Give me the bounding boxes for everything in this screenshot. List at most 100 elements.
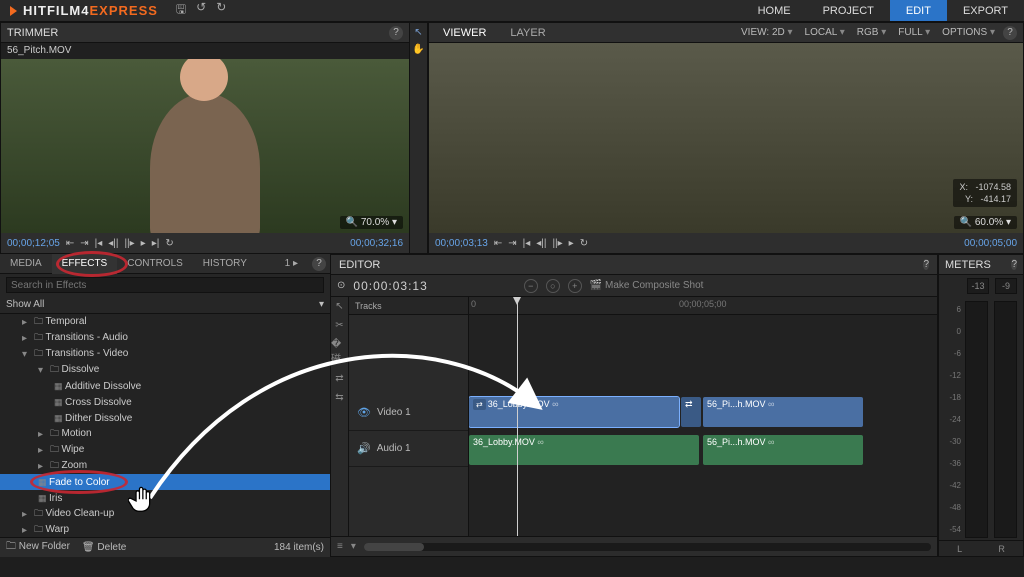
- nav-export[interactable]: EXPORT: [947, 0, 1024, 21]
- trimmer-help-icon[interactable]: ?: [389, 26, 403, 40]
- quality-dropdown[interactable]: FULL: [894, 27, 934, 38]
- viewer-tab-layer[interactable]: LAYER: [502, 23, 553, 43]
- nav-project[interactable]: PROJECT: [807, 0, 890, 21]
- space-dropdown[interactable]: LOCAL: [801, 27, 849, 38]
- select-tool-icon[interactable]: ↖: [414, 27, 422, 38]
- viewer-tab-viewer[interactable]: VIEWER: [435, 23, 494, 43]
- tree-trans-audio[interactable]: ▸Transitions - Audio: [0, 330, 330, 346]
- tree-video-cleanup[interactable]: ▸Video Clean-up: [0, 506, 330, 522]
- nav-home[interactable]: HOME: [742, 0, 807, 21]
- tab-controls[interactable]: CONTROLS: [117, 254, 193, 274]
- ed-link-icon[interactable]: ⇄: [335, 373, 343, 384]
- v-set-in-icon[interactable]: ⇤: [494, 238, 502, 249]
- zoom-out-button[interactable]: −: [524, 279, 538, 293]
- v-step-fwd-icon[interactable]: ▸: [569, 238, 574, 249]
- timeline-scrollbar[interactable]: [364, 543, 931, 551]
- video-clip-1[interactable]: ⇄36_Lobby.MOV ∞: [469, 397, 679, 427]
- tree-warp[interactable]: ▸Warp: [0, 522, 330, 537]
- viewer-help-icon[interactable]: ?: [1003, 26, 1017, 40]
- step-back-icon[interactable]: ◂||: [108, 238, 118, 249]
- show-all-dropdown[interactable]: Show All: [6, 299, 44, 310]
- tab-effects[interactable]: EFFECTS: [52, 254, 118, 274]
- delete-button[interactable]: 🗑 Delete: [82, 542, 126, 553]
- meters-help-icon[interactable]: ?: [1011, 259, 1017, 270]
- zoom-in-button[interactable]: +: [568, 279, 582, 293]
- tab-overflow[interactable]: 1 ▸: [275, 254, 308, 274]
- trimmer-tc-left: 00;00;12;05: [7, 238, 60, 249]
- tree-zoom[interactable]: ▸Zoom: [0, 458, 330, 474]
- playhead[interactable]: [517, 297, 518, 536]
- step-fwd-icon[interactable]: ▸: [141, 238, 146, 249]
- show-all-caret-icon[interactable]: ▾: [319, 299, 324, 310]
- tree-additive-dissolve[interactable]: Additive Dissolve: [0, 378, 330, 394]
- trimmer-zoom[interactable]: 70.0%: [361, 217, 389, 228]
- trimmer-preview[interactable]: 🔍 70.0% ▾: [1, 59, 409, 233]
- options-dropdown[interactable]: OPTIONS: [938, 27, 999, 38]
- set-in-icon[interactable]: ⇤: [66, 238, 74, 249]
- v-play-icon[interactable]: ||▸: [552, 238, 562, 249]
- undo-icon[interactable]: ↺: [196, 0, 206, 21]
- goto-start-icon[interactable]: |◂: [95, 238, 103, 249]
- video-clip-2[interactable]: 56_Pi...h.MOV ∞: [703, 397, 863, 427]
- tree-motion[interactable]: ▸Motion: [0, 426, 330, 442]
- ed-ripple-icon[interactable]: ⇆: [335, 392, 343, 403]
- effects-help-icon[interactable]: ?: [312, 257, 326, 271]
- goto-end-icon[interactable]: ▸|: [152, 238, 160, 249]
- tree-dither-dissolve[interactable]: Dither Dissolve: [0, 410, 330, 426]
- hand-tool-icon[interactable]: ✋: [412, 44, 424, 55]
- tree-dissolve[interactable]: ▾Dissolve: [0, 362, 330, 378]
- view-mode-dropdown[interactable]: VIEW: 2D: [737, 27, 797, 38]
- editor-help-icon[interactable]: ?: [923, 259, 929, 270]
- ed-snap-icon[interactable]: �磁: [331, 339, 348, 365]
- editor-menu-icon[interactable]: ⊙: [337, 280, 345, 291]
- make-composite-button[interactable]: 🎬 Make Composite Shot: [590, 280, 704, 291]
- top-nav: HOME PROJECT EDIT EXPORT: [742, 0, 1024, 21]
- tab-history[interactable]: HISTORY: [193, 254, 257, 274]
- ed-select-tool-icon[interactable]: ↖: [335, 301, 343, 312]
- viewer-tc-left: 00;00;03;13: [435, 238, 488, 249]
- timeline-ruler[interactable]: 0 00;00;05;00: [469, 297, 937, 315]
- audio-track-header[interactable]: 🔊Audio 1: [349, 431, 468, 467]
- viewer-tool-strip: ↖ ✋: [410, 22, 428, 254]
- new-folder-button[interactable]: 🗀 New Folder: [6, 539, 70, 556]
- eye-icon[interactable]: 👁: [357, 406, 371, 419]
- peak-right: -9: [995, 278, 1017, 294]
- video-track-header[interactable]: 👁Video 1: [349, 395, 468, 431]
- effects-search-input[interactable]: [6, 277, 324, 293]
- effects-panel: MEDIA EFFECTS CONTROLS HISTORY 1 ▸ ? Sho…: [0, 254, 330, 557]
- tree-cross-dissolve[interactable]: Cross Dissolve: [0, 394, 330, 410]
- channels-dropdown[interactable]: RGB: [853, 27, 890, 38]
- v-loop-icon[interactable]: ↻: [580, 238, 588, 249]
- viewer-preview[interactable]: X: -1074.58 Y: -414.17 🔍 60.0% ▾: [429, 43, 1023, 233]
- zoom-fit-button[interactable]: ○: [546, 279, 560, 293]
- audio-clip-1[interactable]: 36_Lobby.MOV ∞: [469, 435, 699, 465]
- timeline-area[interactable]: 0 00;00;05;00 ⇄36_Lobby.MOV ∞ ⇄ 56_Pi...…: [469, 297, 937, 536]
- viewer-zoom[interactable]: 60.0%: [975, 217, 1003, 228]
- play-icon[interactable]: ||▸: [124, 238, 134, 249]
- tree-wipe[interactable]: ▸Wipe: [0, 442, 330, 458]
- redo-icon[interactable]: ↻: [216, 0, 226, 21]
- ed-slice-tool-icon[interactable]: ✂: [335, 320, 343, 331]
- tree-temporal[interactable]: ▸Temporal: [0, 314, 330, 330]
- speaker-icon[interactable]: 🔊: [357, 442, 371, 455]
- set-out-icon[interactable]: ⇥: [80, 238, 88, 249]
- tree-trans-video[interactable]: ▾Transitions - Video: [0, 346, 330, 362]
- trimmer-transport: 00;00;12;05 ⇤ ⇥ |◂ ◂|| ||▸ ▸ ▸| ↻ 00;00;…: [1, 233, 409, 253]
- v-goto-start-icon[interactable]: |◂: [523, 238, 531, 249]
- peak-left: -13: [967, 278, 989, 294]
- trimmer-panel: TRIMMER ? 56_Pitch.MOV 🔍 70.0% ▾ 00;00;1…: [0, 22, 410, 254]
- audio-clip-2[interactable]: 56_Pi...h.MOV ∞: [703, 435, 863, 465]
- tree-fade-to-color[interactable]: Fade to Color: [0, 474, 330, 490]
- v-step-back-icon[interactable]: ◂||: [536, 238, 546, 249]
- tree-iris[interactable]: Iris: [0, 490, 330, 506]
- editor-timecode[interactable]: 00:00:03:13: [353, 279, 427, 293]
- viewer-panel: VIEWER LAYER VIEW: 2D LOCAL RGB FULL OPT…: [428, 22, 1024, 254]
- tl-collapse-icon[interactable]: ▾: [351, 541, 356, 552]
- loop-icon[interactable]: ↻: [165, 238, 173, 249]
- save-icon[interactable]: 🖫: [176, 0, 186, 21]
- tl-menu-icon[interactable]: ≡: [337, 541, 343, 552]
- nav-edit[interactable]: EDIT: [890, 0, 947, 21]
- v-set-out-icon[interactable]: ⇥: [508, 238, 516, 249]
- video-transition-icon[interactable]: ⇄: [681, 397, 701, 427]
- tab-media[interactable]: MEDIA: [0, 254, 52, 274]
